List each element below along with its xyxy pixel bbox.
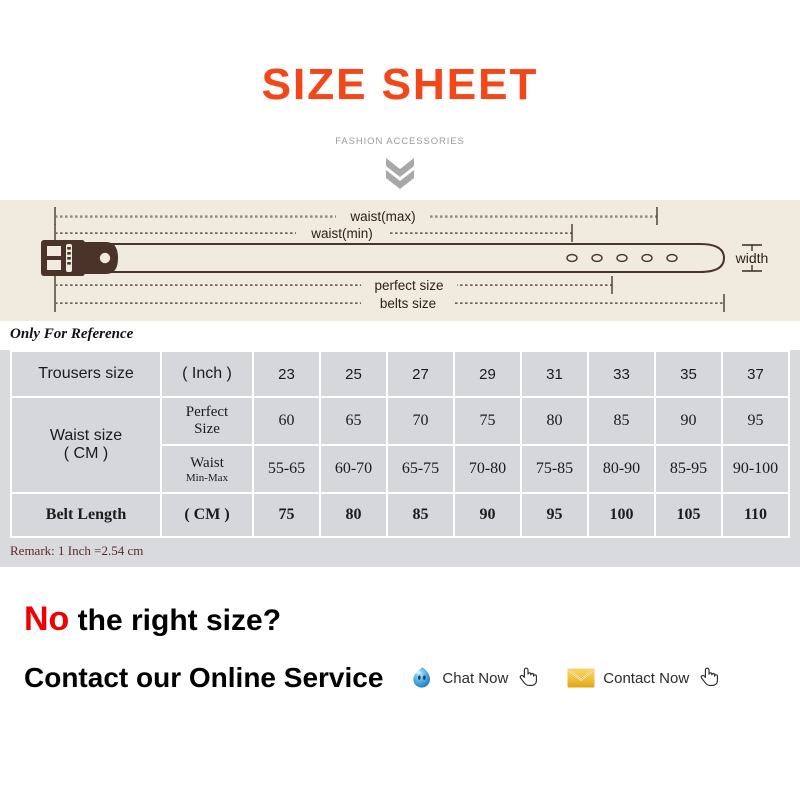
contact-row: Contact our Online Service Chat Now Cont… [0,662,800,694]
dimension-belts-size: belts size [54,294,725,312]
cell-perfect-size: 60 [254,398,319,444]
page-subtitle: FASHION ACCESSORIES [335,136,465,147]
right-size-question: the right size? [77,604,282,637]
cell-belt-length: 105 [656,494,721,536]
cell-waist-min-max: 60-70 [321,446,386,492]
cell-waist-min-max: 85-95 [656,446,721,492]
cell-trousers-inch: 37 [723,352,788,396]
size-table: Trousers size ( Inch ) 23 25 27 29 31 33… [10,350,790,538]
dimension-waist-max: waist(max) [54,207,658,225]
cell-waist-min-max: 65-75 [388,446,453,492]
cell-trousers-inch: 23 [254,352,319,396]
contact-now-label[interactable]: Contact Now [603,670,689,687]
cell-trousers-inch: 27 [388,352,453,396]
cell-belt-length: 110 [723,494,788,536]
label-width: width [735,250,769,266]
cell-perfect-size: 90 [656,398,721,444]
contact-now-action[interactable]: Contact Now [566,665,723,691]
label-waist-max: waist(max) [349,209,415,224]
header: SIZE SHEET FASHION ACCESSORIES [0,0,800,200]
subtitle-wrap: FASHION ACCESSORIES [0,131,800,149]
cell-perfect-size: 95 [723,398,788,444]
pointing-hand-icon [697,665,723,691]
table-row-trousers-size: Trousers size ( Inch ) 23 25 27 29 31 33… [12,352,788,396]
label-belts-size: belts size [380,296,436,311]
belt-strap [41,240,726,276]
cell-waist-min-max: 55-65 [254,446,319,492]
label-perfect-size: perfect size [374,278,443,293]
cell-perfect-size: 65 [321,398,386,444]
cell-trousers-inch: 33 [589,352,654,396]
row-label-waist-min-max: Waist Min-Max [162,446,252,492]
size-table-zone: Trousers size ( Inch ) 23 25 27 29 31 33… [0,350,800,567]
chat-droplet-icon[interactable] [409,665,435,691]
row-label-waist-min-max-line1: Waist [190,454,224,471]
row-label-waist-size-line2: ( CM ) [63,445,109,462]
contact-online-service-text: Contact our Online Service [24,662,384,694]
no-right-size-line: No the right size? [0,600,800,638]
row-label-waist-size: Waist size ( CM ) [12,398,160,492]
cell-perfect-size: 70 [388,398,453,444]
row-unit-trousers-size: ( Inch ) [162,352,252,396]
dimension-perfect-size: perfect size [54,276,613,294]
row-label-waist-min-max-line2: Min-Max [185,471,229,484]
cell-waist-min-max: 80-90 [589,446,654,492]
cell-perfect-size: 80 [522,398,587,444]
table-row-perfect-size: Waist size ( CM ) Perfect Size 60 65 70 … [12,398,788,492]
page-title: SIZE SHEET [261,60,539,109]
row-label-waist-size-line1: Waist size [49,427,123,444]
chat-now-label[interactable]: Chat Now [442,670,508,687]
remark-note: Remark: 1 Inch =2.54 cm [0,538,800,567]
row-label-belt-length: Belt Length [12,494,160,536]
footer: No the right size? Contact our Online Se… [0,567,800,695]
cell-waist-min-max: 90-100 [723,446,788,492]
cell-perfect-size: 85 [589,398,654,444]
pointing-hand-icon [516,665,542,691]
label-waist-min: waist(min) [310,226,373,241]
reference-note: Only For Reference [0,321,800,350]
cell-belt-length: 75 [254,494,319,536]
row-label-perfect-size: Perfect Size [162,398,252,444]
envelope-icon[interactable] [566,666,596,690]
cell-trousers-inch: 31 [522,352,587,396]
chat-now-action[interactable]: Chat Now [409,665,542,691]
row-label-perfect-size-line1: Perfect [185,404,229,420]
cell-waist-min-max: 75-85 [522,446,587,492]
table-row-belt-length: Belt Length ( CM ) 75 80 85 90 95 100 10… [12,494,788,536]
belt-diagram: waist(max) waist(min) width perfect size… [0,200,800,321]
row-label-trousers-size: Trousers size [12,352,160,396]
no-word: No [24,600,70,638]
cell-belt-length: 85 [388,494,453,536]
cell-perfect-size: 75 [455,398,520,444]
action-group: Chat Now Contact Now [409,665,723,691]
row-unit-belt-length: ( CM ) [162,494,252,536]
belt-diagram-svg: waist(max) waist(min) width perfect size… [41,207,769,312]
dimension-waist-min: waist(min) [54,224,573,242]
cell-belt-length: 95 [522,494,587,536]
double-chevron-down-icon [0,156,800,190]
cell-trousers-inch: 25 [321,352,386,396]
cell-belt-length: 80 [321,494,386,536]
cell-trousers-inch: 29 [455,352,520,396]
row-label-perfect-size-line2: Size [194,421,220,437]
cell-belt-length: 100 [589,494,654,536]
cell-waist-min-max: 70-80 [455,446,520,492]
cell-belt-length: 90 [455,494,520,536]
dimension-width: width [735,244,769,272]
belt-buckle [41,240,118,276]
cell-trousers-inch: 35 [656,352,721,396]
